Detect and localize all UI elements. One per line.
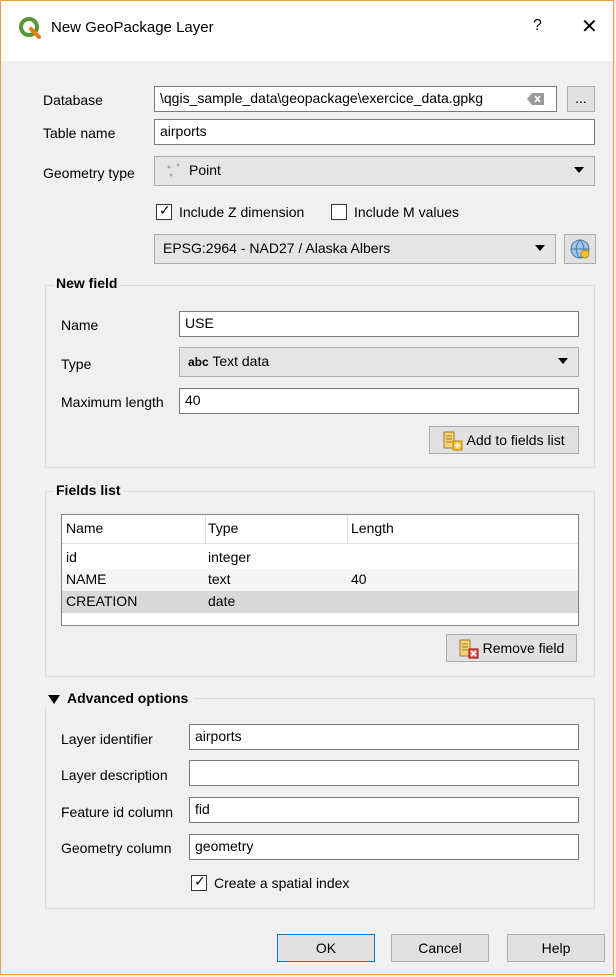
remove-field-button[interactable]: Remove field — [446, 634, 577, 662]
include-m-checkbox[interactable] — [331, 204, 347, 220]
table-header: Name Type Length — [62, 515, 578, 544]
layer-description-label: Layer description — [61, 767, 168, 783]
column-divider — [347, 515, 348, 543]
include-z-checkbox[interactable]: ✓ — [156, 202, 172, 220]
new-field-title: New field — [54, 275, 120, 291]
cell-length: 40 — [351, 571, 367, 587]
cell-type: date — [208, 593, 236, 609]
advanced-options-title: Advanced options — [67, 690, 189, 706]
include-z-label: Include Z dimension — [179, 204, 305, 220]
remove-field-label: Remove field — [482, 640, 565, 656]
qgis-logo-icon — [19, 17, 41, 39]
database-field[interactable]: \qgis_sample_data\geopackage\exercice_da… — [154, 86, 557, 112]
cell-type: text — [208, 571, 231, 587]
table-row[interactable]: id integer — [62, 547, 578, 569]
crs-select[interactable]: EPSG:2964 - NAD27 / Alaska Albers — [154, 234, 556, 264]
dialog-window: New GeoPackage Layer ? ✕ Database \qgis_… — [0, 0, 614, 975]
cell-name: CREATION — [66, 593, 138, 609]
checkmark-icon: ✓ — [159, 202, 171, 218]
cell-type: integer — [208, 549, 251, 565]
help-button[interactable]: Help — [507, 934, 605, 962]
spatial-index-checkbox[interactable]: ✓ — [191, 873, 207, 891]
checkmark-icon: ✓ — [194, 873, 206, 889]
feature-id-column-input[interactable]: fid — [189, 797, 579, 823]
table-row[interactable]: CREATION date — [62, 591, 578, 613]
field-type-select[interactable]: abc Text data — [179, 347, 579, 377]
clear-icon[interactable] — [527, 93, 545, 105]
add-field-icon — [443, 431, 463, 451]
cell-name: NAME — [66, 571, 107, 587]
geometry-type-label: Geometry type — [43, 165, 135, 181]
help-icon[interactable]: ? — [533, 17, 542, 35]
column-divider — [205, 515, 206, 543]
geometry-type-select[interactable]: Point — [154, 156, 595, 186]
browse-button[interactable]: ... — [567, 86, 595, 112]
crs-value: EPSG:2964 - NAD27 / Alaska Albers — [163, 240, 391, 256]
advanced-options-toggle[interactable]: Advanced options — [45, 690, 195, 706]
chevron-down-icon — [558, 358, 568, 364]
layer-description-input[interactable] — [189, 760, 579, 786]
field-type-label: Type — [61, 356, 92, 372]
column-header-length[interactable]: Length — [351, 520, 394, 536]
column-header-type[interactable]: Type — [208, 520, 238, 536]
max-length-label: Maximum length — [61, 394, 164, 410]
title-bar: New GeoPackage Layer ? ✕ — [1, 1, 613, 61]
chevron-down-icon — [574, 167, 584, 173]
ok-button[interactable]: OK — [277, 934, 375, 962]
geometry-column-label: Geometry column — [61, 840, 172, 856]
layer-identifier-input[interactable]: airports — [189, 724, 579, 750]
spatial-index-label: Create a spatial index — [214, 875, 350, 891]
layer-identifier-label: Layer identifier — [61, 731, 153, 747]
add-to-fields-list-label: Add to fields list — [466, 432, 565, 448]
geometry-column-input[interactable]: geometry — [189, 834, 579, 860]
cancel-button[interactable]: Cancel — [391, 934, 489, 962]
database-label: Database — [43, 92, 103, 108]
fields-table[interactable]: Name Type Length id integer NAME text 40… — [61, 514, 579, 626]
geometry-type-value: Point — [189, 162, 221, 178]
field-type-value: Text data — [212, 353, 270, 369]
close-icon[interactable]: ✕ — [581, 14, 598, 39]
feature-id-column-label: Feature id column — [61, 804, 174, 820]
remove-field-icon — [459, 639, 479, 659]
point-geometry-icon — [167, 163, 180, 177]
add-to-fields-list-button[interactable]: Add to fields list — [429, 426, 579, 454]
globe-icon — [570, 239, 590, 259]
column-header-name[interactable]: Name — [66, 520, 103, 536]
database-path: \qgis_sample_data\geopackage\exercice_da… — [160, 90, 484, 106]
field-name-input[interactable]: USE — [179, 311, 579, 337]
collapse-triangle-icon — [48, 695, 60, 705]
max-length-input[interactable]: 40 — [179, 388, 579, 414]
include-m-label: Include M values — [354, 204, 460, 220]
crs-selector-button[interactable] — [564, 234, 596, 264]
field-name-label: Name — [61, 317, 99, 333]
cell-name: id — [66, 549, 77, 565]
table-row[interactable]: NAME text 40 — [62, 569, 578, 591]
fields-list-title: Fields list — [54, 482, 123, 498]
table-name-field[interactable]: airports — [154, 119, 595, 145]
text-type-icon: abc — [188, 355, 209, 369]
window-title: New GeoPackage Layer — [51, 19, 214, 36]
table-name-label: Table name — [43, 125, 116, 141]
chevron-down-icon — [535, 245, 545, 251]
